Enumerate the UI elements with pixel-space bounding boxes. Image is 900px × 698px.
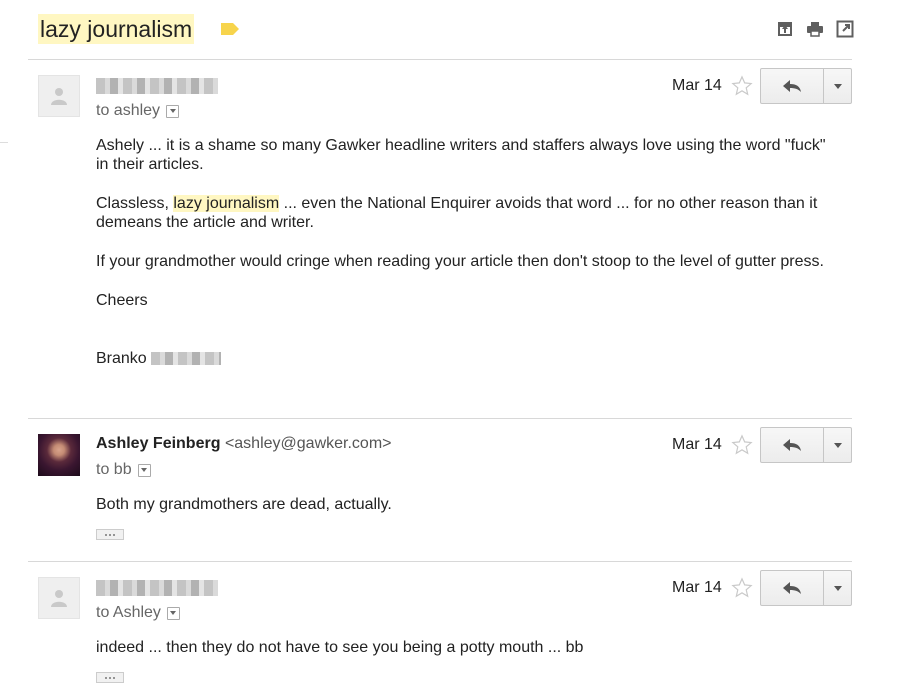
label-tag-icon[interactable]	[220, 21, 240, 37]
reply-button[interactable]	[761, 69, 824, 103]
archive-icon[interactable]	[776, 20, 794, 38]
sender-name-redacted[interactable]	[96, 78, 218, 99]
show-trimmed-content-button[interactable]	[96, 672, 124, 683]
reply-icon	[783, 439, 801, 451]
reply-button-group	[760, 427, 852, 463]
redacted-surname-block	[151, 352, 222, 365]
recipient-line: to bb	[96, 461, 151, 479]
body-paragraph: Both my grandmothers are dead, actually.	[96, 496, 392, 513]
divider	[28, 418, 852, 419]
body-paragraph: Classless, lazy journalism ... even the …	[96, 194, 836, 232]
avatar-placeholder	[38, 577, 80, 619]
message-body: indeed ... then they do not have to see …	[96, 638, 836, 677]
reply-icon	[783, 80, 801, 92]
show-details-dropdown[interactable]	[166, 104, 180, 118]
message-date: Mar 14	[672, 436, 722, 453]
recipient-text: to Ashley	[96, 604, 161, 621]
divider	[28, 561, 852, 562]
signature-name: Branko	[96, 350, 147, 367]
reply-button[interactable]	[761, 428, 824, 462]
thread-subject: lazy journalism	[38, 14, 195, 44]
recipient-text: to bb	[96, 461, 132, 478]
body-paragraph: Cheers	[96, 292, 148, 309]
redacted-sender-block	[96, 580, 218, 596]
signature-line: Branko	[96, 349, 836, 368]
reply-button-group	[760, 570, 852, 606]
left-edge-mark	[0, 142, 8, 143]
show-details-dropdown[interactable]	[166, 606, 180, 620]
print-icon[interactable]	[806, 20, 824, 38]
star-icon[interactable]	[731, 577, 753, 599]
avatar-placeholder	[38, 75, 80, 117]
sender-email: <ashley@gawker.com>	[224, 435, 392, 452]
person-icon	[51, 590, 67, 607]
divider	[28, 59, 852, 60]
star-icon[interactable]	[731, 75, 753, 97]
person-icon	[51, 88, 67, 105]
more-options-button[interactable]	[824, 428, 851, 462]
reply-icon	[783, 582, 801, 594]
sender-name-redacted[interactable]	[96, 580, 218, 601]
redacted-sender-block	[96, 78, 218, 94]
recipient-line: to Ashley	[96, 604, 180, 622]
reply-button[interactable]	[761, 571, 824, 605]
sender-line[interactable]: Ashley Feinberg <ashley@gawker.com>	[96, 435, 391, 453]
sender-name: Ashley Feinberg	[96, 435, 221, 452]
message-date: Mar 14	[672, 77, 722, 94]
new-window-icon[interactable]	[836, 20, 854, 38]
recipient-text: to ashley	[96, 102, 161, 119]
more-options-button[interactable]	[824, 571, 851, 605]
body-text: Classless,	[96, 195, 174, 212]
recipient-line: to ashley	[96, 102, 180, 120]
body-paragraph: If your grandmother would cringe when re…	[96, 253, 824, 270]
star-icon[interactable]	[731, 434, 753, 456]
sender-avatar-photo	[38, 434, 80, 476]
thread-actions	[776, 20, 854, 38]
thread-header: lazy journalism	[38, 12, 240, 46]
reply-button-group	[760, 68, 852, 104]
more-options-button[interactable]	[824, 69, 851, 103]
body-paragraph: Ashely ... it is a shame so many Gawker …	[96, 137, 826, 173]
message-body: Ashely ... it is a shame so many Gawker …	[96, 136, 836, 388]
show-details-dropdown[interactable]	[137, 463, 151, 477]
body-paragraph: indeed ... then they do not have to see …	[96, 639, 584, 656]
show-trimmed-content-button[interactable]	[96, 529, 124, 540]
message-body: Both my grandmothers are dead, actually.	[96, 495, 836, 534]
search-highlight: lazy journalism	[173, 195, 280, 212]
message-date: Mar 14	[672, 579, 722, 596]
